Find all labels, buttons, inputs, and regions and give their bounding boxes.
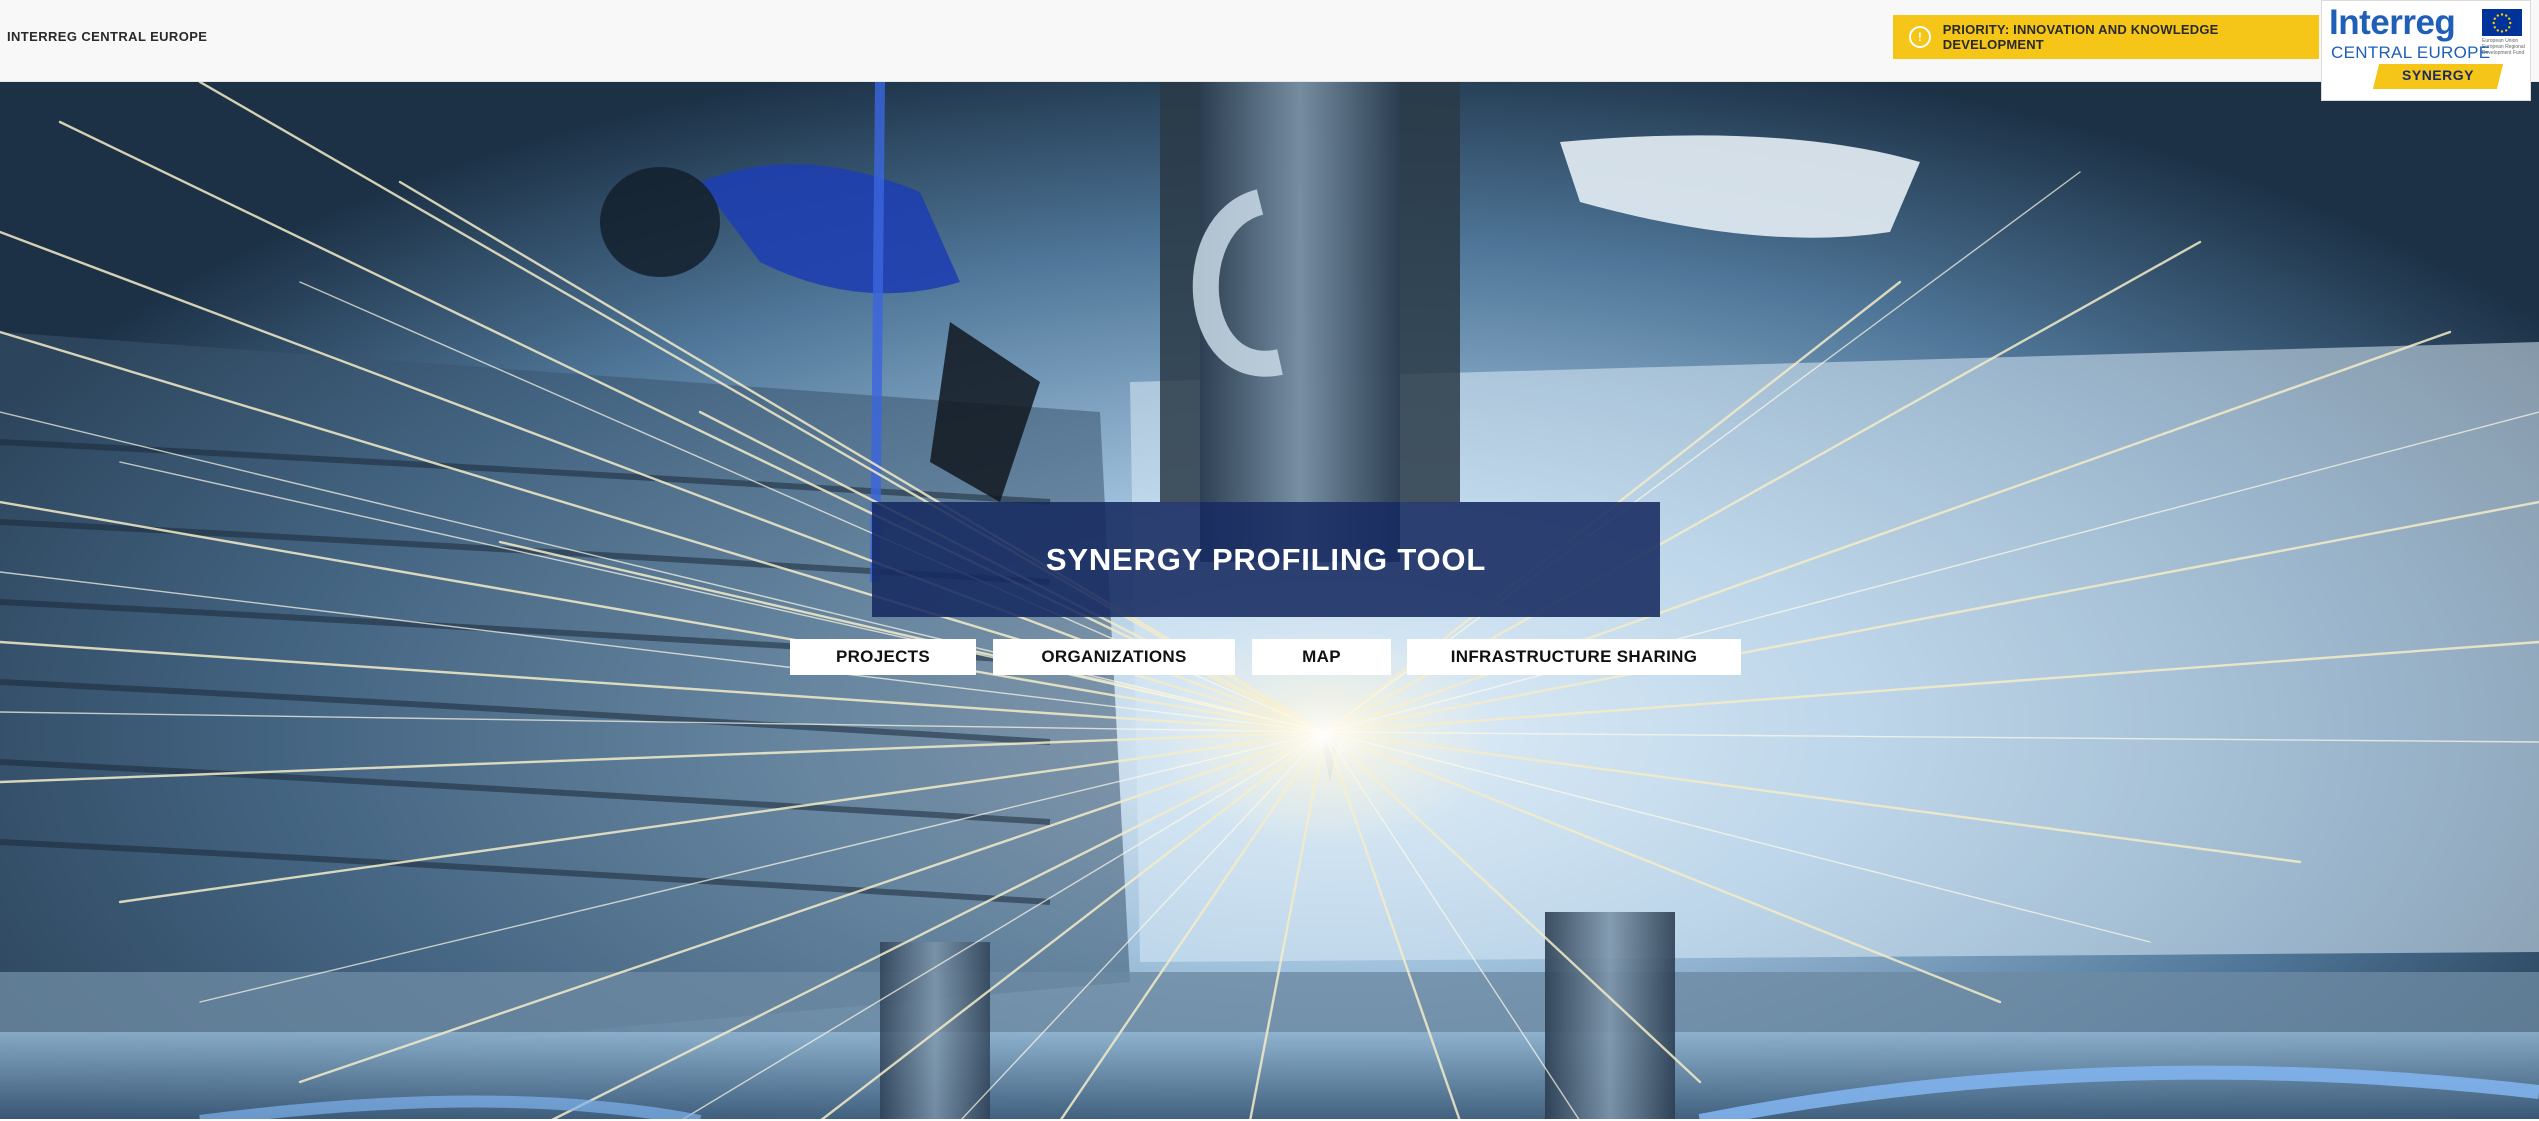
lightbulb-icon: !: [1909, 26, 1931, 48]
site-title-link[interactable]: INTERREG CENTRAL EUROPE: [7, 29, 207, 44]
nav-infrastructure-sharing-button[interactable]: INFRASTRUCTURE SHARING: [1407, 639, 1741, 675]
logo-project-name: SYNERGY: [2402, 67, 2474, 83]
nav-projects-button[interactable]: PROJECTS: [790, 639, 976, 675]
nav-organizations-button[interactable]: ORGANIZATIONS: [993, 639, 1235, 675]
page: INTERREG CENTRAL EUROPE ! PRIORITY: INNO…: [0, 0, 2539, 1121]
priority-badge: ! PRIORITY: INNOVATION AND KNOWLEDGE DEV…: [1893, 15, 2319, 59]
eu-flag-icon: [2482, 9, 2522, 36]
hero-title-panel: SYNERGY PROFILING TOOL: [872, 502, 1660, 617]
logo-brand-text: Interreg: [2329, 3, 2456, 42]
interreg-synergy-logo[interactable]: Interreg European Union European Regiona…: [2321, 0, 2531, 101]
logo-region-text: CENTRAL EUROPE: [2331, 43, 2491, 62]
priority-label: PRIORITY: INNOVATION AND KNOWLEDGE DEVEL…: [1942, 22, 2219, 52]
nav-map-button[interactable]: MAP: [1252, 639, 1391, 675]
main-nav: PROJECTS ORGANIZATIONS MAP INFRASTRUCTUR…: [0, 639, 2539, 675]
top-bar: INTERREG CENTRAL EUROPE ! PRIORITY: INNO…: [0, 0, 2539, 101]
hero-banner: SYNERGY PROFILING TOOL PROJECTS ORGANIZA…: [0, 82, 2539, 1121]
page-title: SYNERGY PROFILING TOOL: [1045, 541, 1487, 577]
